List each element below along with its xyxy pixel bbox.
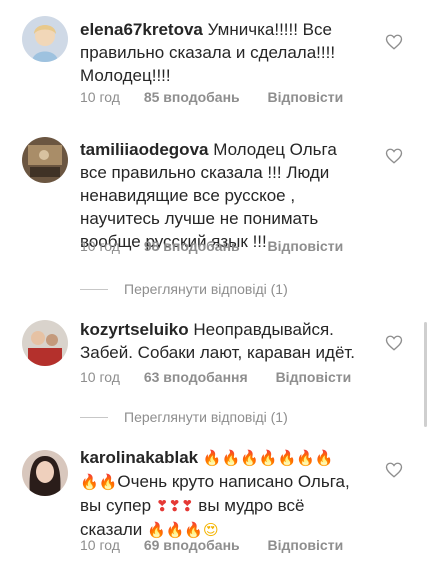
avatar[interactable] <box>22 450 68 496</box>
heart-outline-icon[interactable] <box>385 147 403 165</box>
avatar[interactable] <box>22 320 68 366</box>
comment-meta: 10 год 69 вподобань Відповісти <box>80 537 343 553</box>
comment-meta: 10 год 98 вподобань Відповісти <box>80 238 343 254</box>
heart-outline-icon[interactable] <box>385 461 403 479</box>
view-replies-button[interactable]: Переглянути відповіді (1) <box>80 281 288 297</box>
view-replies-button[interactable]: Переглянути відповіді (1) <box>80 409 288 425</box>
comment-meta: 10 год 85 вподобань Відповісти <box>80 89 343 105</box>
timestamp: 10 год <box>80 238 120 254</box>
likes-count[interactable]: 98 вподобань <box>144 238 240 254</box>
likes-count[interactable]: 69 вподобань <box>144 537 240 553</box>
likes-count[interactable]: 85 вподобань <box>144 89 240 105</box>
divider <box>80 416 108 418</box>
divider <box>80 288 108 290</box>
timestamp: 10 год <box>80 369 120 385</box>
username[interactable]: tamiliiaodegova <box>80 140 208 159</box>
avatar[interactable] <box>22 16 68 62</box>
comment-meta: 10 год 63 вподобання Відповісти <box>80 369 351 385</box>
comment-text: tamiliiaodegova Молодец Ольга все правил… <box>80 140 337 251</box>
reply-button[interactable]: Відповісти <box>268 537 344 553</box>
fire-emoji: 🔥🔥 <box>80 473 118 491</box>
timestamp: 10 год <box>80 89 120 105</box>
username[interactable]: kozyrtseluiko <box>80 320 189 339</box>
heart-outline-icon[interactable] <box>385 33 403 51</box>
timestamp: 10 год <box>80 537 120 553</box>
reply-button[interactable]: Відповісти <box>276 369 352 385</box>
comment-text: kozyrtseluiko Неоправдывайся. Забей. Соб… <box>80 320 356 362</box>
reply-button[interactable]: Відповісти <box>268 89 344 105</box>
reply-button[interactable]: Відповісти <box>268 238 344 254</box>
heart-outline-icon[interactable] <box>385 334 403 352</box>
heart-exclamation-emoji: ❣❣❣ <box>155 497 194 515</box>
comment-text: karolinakablak 🔥🔥🔥🔥🔥🔥🔥 🔥🔥Очень круто нап… <box>80 448 350 539</box>
fire-emoji: 🔥🔥🔥🔥🔥🔥🔥 <box>202 449 334 467</box>
username[interactable]: elena67kretova <box>80 20 203 39</box>
likes-count[interactable]: 63 вподобання <box>144 369 248 385</box>
avatar[interactable] <box>22 137 68 183</box>
username[interactable]: karolinakablak <box>80 448 198 467</box>
comment-text: elena67kretova Умничка!!!!! Все правильн… <box>80 20 336 85</box>
scrollbar[interactable] <box>424 322 427 427</box>
